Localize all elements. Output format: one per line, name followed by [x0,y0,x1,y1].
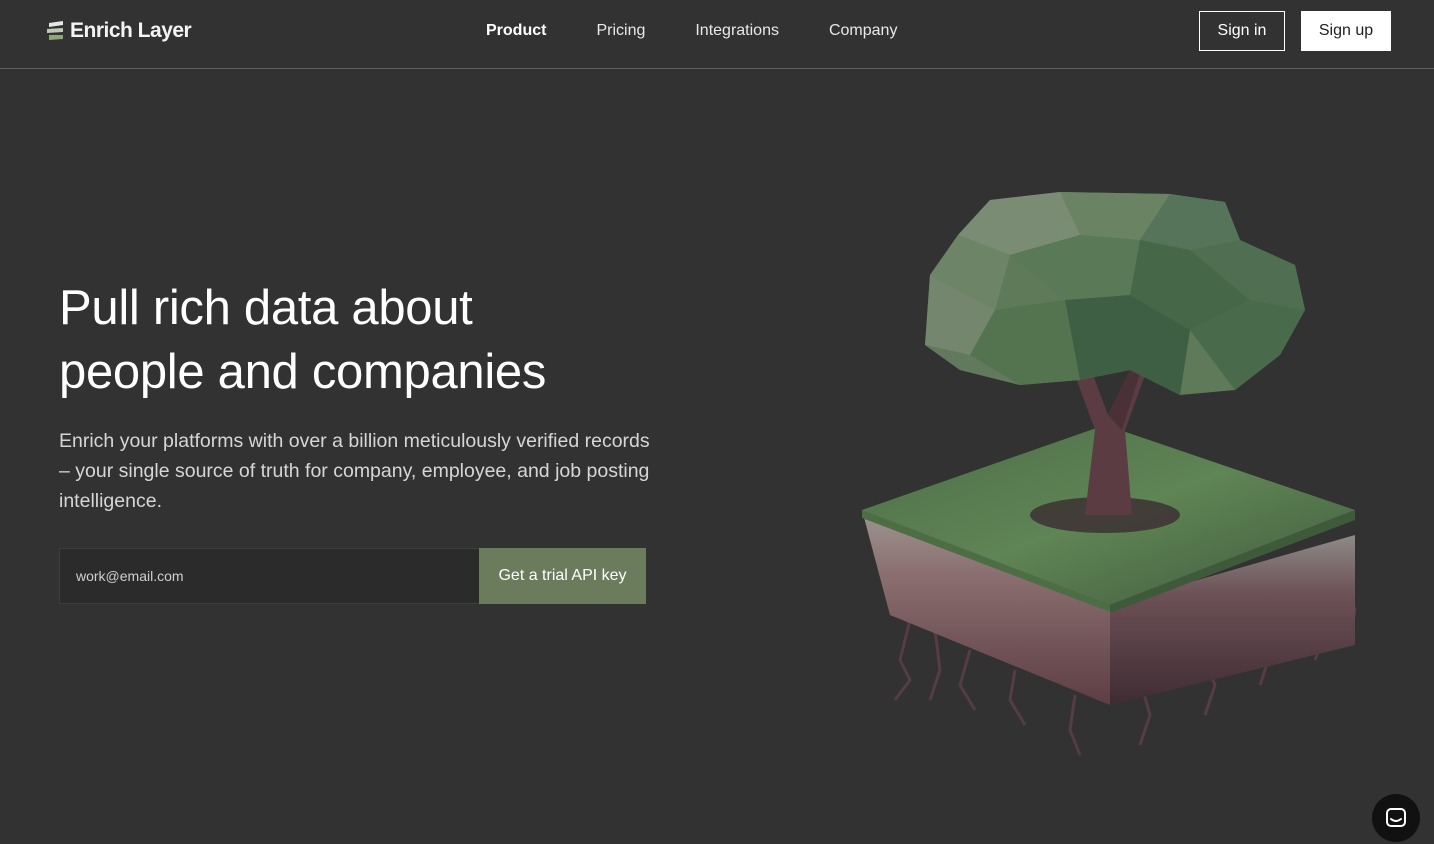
get-trial-api-key-button[interactable]: Get a trial API key [479,548,646,604]
hero-headline: Pull rich data about people and companie… [59,276,699,404]
hero-headline-line-1: Pull rich data about [59,281,473,335]
chat-launcher-button[interactable] [1372,794,1420,842]
nav-link-company[interactable]: Company [829,22,897,40]
brand-logo[interactable]: Enrich Layer [46,17,192,45]
hero-subheading: Enrich your platforms with over a billio… [59,430,650,512]
top-navbar: Enrich Layer Product Pricing Integration… [0,0,1434,69]
email-input[interactable] [59,548,479,604]
hero-headline-line-2: people and companies [59,345,547,399]
trial-signup-form: Get a trial API key [59,548,646,604]
sign-in-button[interactable]: Sign in [1199,11,1285,51]
chat-bubble-icon [1386,808,1406,827]
nav-link-pricing[interactable]: Pricing [596,22,645,40]
primary-nav: Product Pricing Integrations Company [486,0,947,62]
tree-illustration [862,192,1357,756]
stacked-layers-icon [47,21,63,40]
nav-link-integrations[interactable]: Integrations [695,22,779,40]
sign-up-button[interactable]: Sign up [1301,11,1391,51]
brand-name: Enrich Layer [70,19,192,42]
nav-link-product[interactable]: Product [486,22,546,40]
tree-canopy [925,192,1305,395]
